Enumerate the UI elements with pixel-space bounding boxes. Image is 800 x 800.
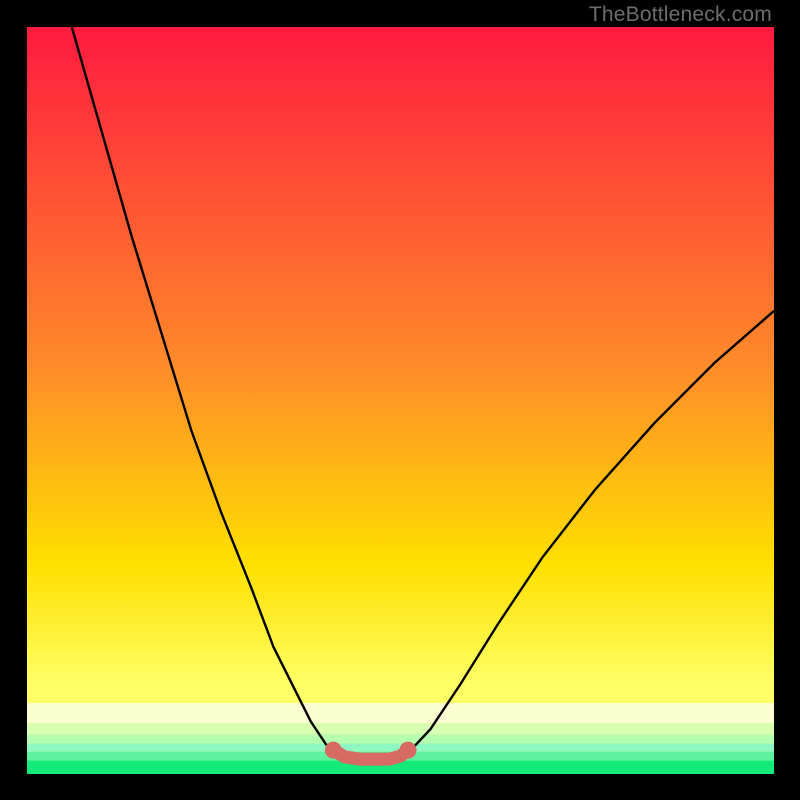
band xyxy=(27,703,774,723)
trough-marker-dot xyxy=(400,742,417,759)
watermark-text: TheBottleneck.com xyxy=(589,3,772,27)
chart-frame: TheBottleneck.com xyxy=(0,0,800,800)
trough-marker-dot xyxy=(325,742,342,759)
band xyxy=(27,723,774,734)
band xyxy=(27,734,774,743)
gradient-background xyxy=(27,27,774,774)
bottom-bands xyxy=(27,703,774,774)
plot-area xyxy=(27,27,774,774)
plot-svg xyxy=(27,27,774,774)
